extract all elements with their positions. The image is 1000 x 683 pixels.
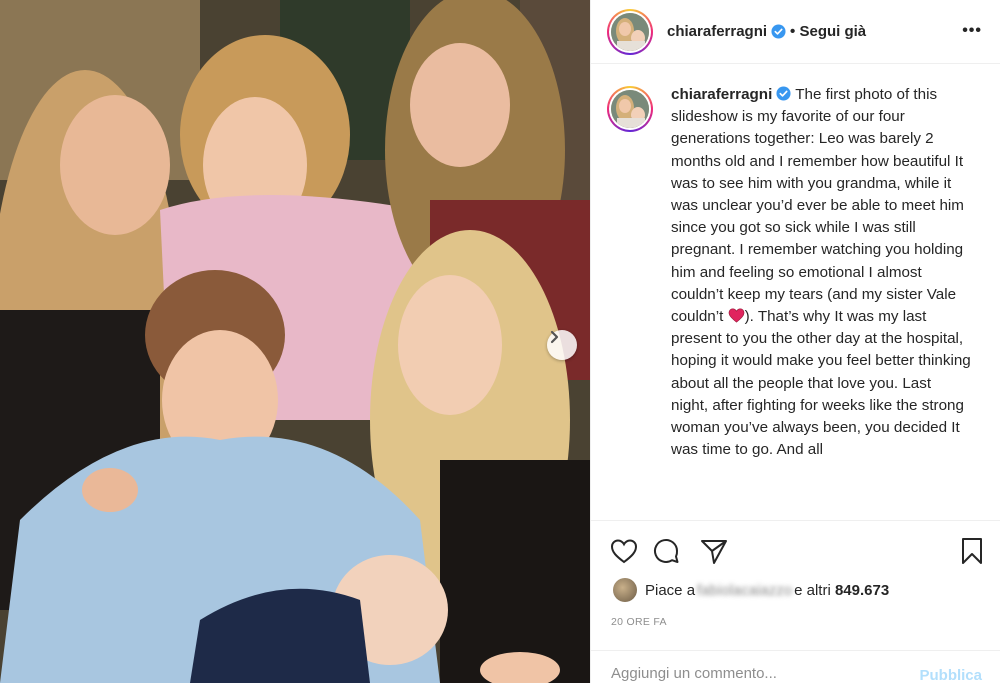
post-header: chiaraferragni • Segui già ••• (591, 0, 1000, 64)
post-caption: chiaraferragni The first photo of this s… (607, 84, 987, 461)
chevron-right-icon (550, 330, 559, 344)
header-avatar[interactable] (607, 8, 653, 55)
header-username[interactable]: chiaraferragni (667, 23, 767, 40)
caption-body: The first photo of this slideshow is my … (671, 86, 964, 326)
post-photo (0, 0, 590, 683)
verified-badge-icon (776, 86, 791, 101)
paper-plane-icon[interactable] (699, 536, 729, 566)
likes-prefix: Piace a (645, 581, 696, 599)
avatar-image-icon (611, 90, 649, 128)
avatar (611, 12, 649, 51)
caption-username[interactable]: chiaraferragni (671, 86, 772, 103)
avatar-border (609, 10, 651, 53)
caption-text: chiaraferragni The first photo of this s… (671, 84, 971, 461)
likes-suffix: e altri (794, 581, 831, 599)
comment-input[interactable] (611, 665, 891, 682)
comment-icon[interactable] (651, 536, 681, 566)
red-heart-icon (728, 308, 744, 323)
post-timestamp[interactable]: 20 ORE FA (611, 616, 667, 628)
likes-summary: Piace a fabiolacaiazzo e altri 849.673 (613, 578, 889, 602)
avatar-border (609, 88, 651, 130)
follow-status-button[interactable]: • Segui già (790, 23, 866, 40)
next-photo-button[interactable] (547, 330, 577, 360)
avatar-image-icon (611, 12, 649, 51)
liker-avatar[interactable] (613, 578, 637, 602)
three-dots-icon[interactable]: ••• (962, 22, 982, 40)
bookmark-icon[interactable] (957, 536, 987, 566)
caption-avatar[interactable] (607, 86, 653, 132)
actions-divider (591, 520, 1000, 521)
verified-badge-icon (771, 24, 786, 39)
caption-body-continued: ). That’s why It was my last present to … (671, 308, 971, 459)
heart-icon[interactable] (609, 536, 639, 566)
publish-button[interactable]: Pubblica (919, 667, 982, 683)
comment-bar: Pubblica (591, 650, 1000, 683)
avatar (611, 90, 649, 128)
post-panel: chiaraferragni • Segui già ••• chiarafer… (590, 0, 1000, 683)
likes-count[interactable]: 849.673 (835, 582, 889, 599)
photo-illustration (0, 0, 590, 683)
liker-username[interactable]: fabiolacaiazzo (697, 582, 792, 599)
action-bar (609, 534, 987, 570)
